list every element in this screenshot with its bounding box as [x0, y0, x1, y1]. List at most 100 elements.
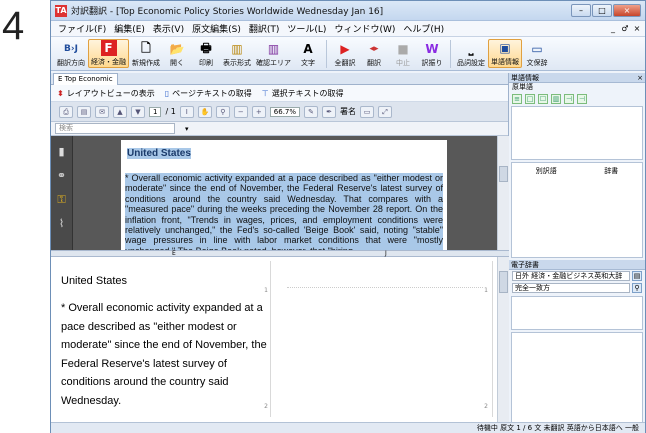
page-text-button[interactable]: ▯ ページテキストの取得	[165, 88, 252, 99]
zoom-tool-icon[interactable]: ⚲	[215, 105, 230, 118]
expand-icon[interactable]: ⤢	[378, 105, 393, 118]
doc-minimize-button[interactable]: _	[608, 24, 618, 33]
scroll-thumb[interactable]	[499, 166, 508, 182]
zoom-out-icon[interactable]: −	[233, 105, 248, 118]
alt-word-list[interactable]: 別訳語 辞書	[511, 162, 643, 258]
stop-button[interactable]: ■ 中止	[389, 41, 417, 68]
pdf-print-icon[interactable]: ⎙	[59, 105, 73, 118]
source-text-panel[interactable]: United States * Overall economic activit…	[59, 261, 271, 417]
selected-text-button[interactable]: ⊤ 選択テキストの取得	[262, 88, 344, 99]
layout-view-button[interactable]: ⬍ レイアウトビューの表示	[57, 88, 155, 99]
menu-edit[interactable]: 編集(E)	[110, 22, 149, 35]
page-total: / 1	[165, 107, 176, 116]
hand-tool-icon[interactable]: ✋	[197, 105, 212, 118]
maximize-button[interactable]: □	[592, 4, 612, 17]
display-format-button[interactable]: ▥ 表示形式	[221, 41, 253, 68]
dictionary-column: 辞書	[604, 167, 619, 175]
field-finance-button[interactable]: F 経済・金融	[88, 39, 129, 68]
menu-source-edit[interactable]: 原文編集(S)	[188, 22, 245, 35]
fit-page-icon[interactable]: ▭	[360, 105, 375, 118]
prev-page-icon[interactable]: ▲	[113, 105, 127, 118]
pane-splitter[interactable]: E J	[51, 250, 509, 257]
zoom-select[interactable]: 66.7%	[269, 106, 301, 117]
dictionary-select[interactable]: 日外 経済・金融ビジネス英和大辞	[512, 271, 630, 281]
source-sentence[interactable]: * Overall economic activity expanded at …	[61, 299, 267, 411]
font-icon: A	[303, 42, 313, 56]
pdf-save-icon[interactable]: ▤	[77, 105, 91, 118]
translate-button[interactable]: ◂▸ 翻訳	[360, 41, 388, 68]
window-title: 対訳翻訳 - [Top Economic Policy Stories Worl…	[71, 7, 384, 17]
check-icon[interactable]: ☐	[538, 94, 548, 104]
direction-button[interactable]: B›J 翻訳方向	[55, 41, 87, 68]
edict-header: 電子辞書	[509, 260, 645, 270]
title-bar: TA 対訳翻訳 - [Top Economic Policy Stories W…	[51, 1, 645, 21]
line-number: 2	[484, 403, 488, 410]
translate-all-button[interactable]: ▶ 全翻訳	[331, 41, 359, 68]
check-area-button[interactable]: ▥ 確認エリア	[254, 41, 293, 68]
search-icon[interactable]: ⚲	[632, 283, 642, 293]
comment-icon[interactable]: ✎	[304, 105, 319, 118]
sentence-save-button[interactable]: ▭ 文保辞	[523, 41, 551, 68]
scroll-thumb[interactable]	[499, 271, 508, 293]
search-dropdown-icon[interactable]: ▾	[185, 125, 189, 133]
menu-file[interactable]: ファイル(F)	[54, 22, 110, 35]
link-icon[interactable]: ⊣	[564, 94, 574, 104]
dict-result-box[interactable]	[511, 296, 643, 330]
new-button[interactable]: 🗋 新規作成	[130, 41, 162, 68]
ruby-button[interactable]: W 訳振り	[418, 41, 446, 68]
font-button[interactable]: A 文字	[294, 41, 322, 68]
select-tool-icon[interactable]: I	[179, 105, 194, 118]
doc-restore-button[interactable]: ♂	[620, 24, 630, 33]
ruby-icon: W	[425, 42, 439, 56]
search-input[interactable]: 検索	[55, 123, 175, 134]
print-button[interactable]: 🖶 印刷	[192, 41, 220, 68]
close-button[interactable]: ×	[613, 4, 641, 17]
pdf-mail-icon[interactable]: ✉	[95, 105, 109, 118]
doc-close-button[interactable]: ×	[632, 24, 642, 33]
original-word-box[interactable]	[511, 106, 643, 160]
text-scrollbar[interactable]	[497, 257, 509, 422]
menu-view[interactable]: 表示(V)	[149, 22, 188, 35]
next-page-icon[interactable]: ▼	[131, 105, 145, 118]
page-input[interactable]: 1	[149, 106, 162, 117]
minimize-button[interactable]: –	[571, 4, 591, 17]
close-icon[interactable]: ×	[637, 73, 643, 83]
link2-icon[interactable]: ⊣	[577, 94, 587, 104]
table-icon[interactable]: ▥	[551, 94, 561, 104]
toolbar-separator	[326, 40, 327, 68]
match-mode-select[interactable]: 完全一致方	[512, 283, 630, 293]
dict-book-icon[interactable]: ▤	[632, 271, 642, 281]
word-info-button[interactable]: ▣ 単語情報	[488, 39, 522, 68]
sign-icon[interactable]: ✒	[322, 105, 337, 118]
new-file-icon: 🗋	[141, 40, 151, 55]
menu-translate[interactable]: 翻訳(T)	[245, 22, 284, 35]
pdf-view: ▮ ⚭ ⚿ ⌇ United States * Overall economic…	[51, 136, 509, 250]
key-icon[interactable]: ⚿	[55, 194, 69, 206]
main-toolbar: B›J 翻訳方向 F 経済・金融 🗋 新規作成 📂 開く 🖶 印刷 ▥ 表示形式 ▥ 確認エリ…	[51, 37, 645, 71]
sign-label[interactable]: 署名	[340, 106, 356, 117]
alt-word-column: 別訳語	[535, 167, 557, 175]
paperclip-icon[interactable]: ⌇	[55, 218, 69, 230]
printer-icon: 🖶	[200, 40, 212, 55]
pdf-scrollbar[interactable]	[497, 136, 509, 250]
menu-help[interactable]: ヘルプ(H)	[399, 22, 448, 35]
arrow-up-icon: ⬍	[57, 88, 64, 98]
app-icon: TA	[55, 4, 67, 17]
layout-icon: ▥	[231, 42, 243, 56]
field-icon: F	[100, 40, 117, 56]
binoculars-icon[interactable]: ⚭	[55, 170, 69, 182]
source-heading: United States	[61, 275, 128, 287]
list-icon[interactable]: ≡	[512, 94, 522, 104]
document-pane: E Top Economic ⬍ レイアウトビューの表示 ▯ ページテキストの取得 …	[51, 72, 509, 422]
menu-tools[interactable]: ツール(L)	[283, 22, 330, 35]
box-icon[interactable]: □	[525, 94, 535, 104]
doc-tab[interactable]: E Top Economic	[53, 72, 118, 85]
target-text-panel[interactable]: 1 2	[279, 261, 493, 417]
menu-window[interactable]: ウィンドウ(W)	[330, 22, 399, 35]
pos-settings-button[interactable]: ⎵ 品詞設定	[455, 41, 487, 68]
open-button[interactable]: 📂 開く	[163, 41, 191, 68]
zoom-in-icon[interactable]: +	[251, 105, 266, 118]
pages-icon[interactable]: ▮	[55, 146, 69, 158]
dict-detail-box[interactable]	[511, 332, 643, 424]
pdf-toolbar: ⎙ ▤ ✉ ▲ ▼ 1 / 1 I ✋ ⚲ − + 66.7% ✎ ✒ 署名 ▭…	[51, 102, 508, 122]
